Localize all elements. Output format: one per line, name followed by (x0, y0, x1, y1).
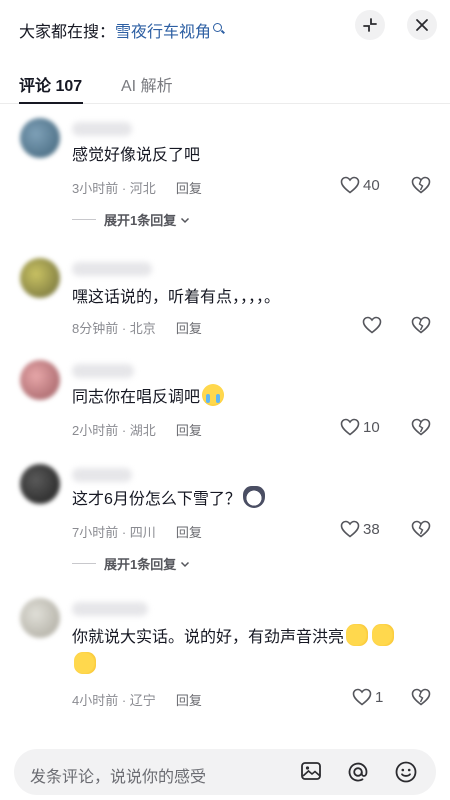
comment-meta: 4小时前 · 辽宁 回复 (72, 693, 202, 708)
heart-icon (340, 418, 360, 436)
image-icon (301, 762, 321, 780)
search-suggestion[interactable]: 大家都在搜：雪夜行车视角 (19, 18, 223, 42)
expand-replies-button[interactable]: 展开1条回复 (72, 554, 191, 573)
search-keyword-icon (213, 23, 223, 32)
at-icon (348, 762, 368, 782)
comment-text: 你就说大实话。说的好，有劲声音洪亮 (72, 624, 402, 680)
comment-location: 湖北 (129, 423, 156, 438)
reply-button[interactable]: 回复 (176, 423, 202, 438)
comment-location: 四川 (129, 525, 156, 540)
emoji-button[interactable] (394, 760, 418, 789)
broken-heart-icon (411, 688, 431, 706)
clap-emoji-icon (346, 624, 369, 646)
search-prefix: 大家都在搜： (19, 24, 116, 41)
like-count: 40 (363, 176, 380, 194)
broken-heart-icon (411, 316, 431, 334)
comment-composer: 发条评论，说说你的感受 (0, 744, 450, 800)
collapse-icon (363, 18, 377, 32)
reply-button[interactable]: 回复 (176, 525, 202, 540)
like-button[interactable]: 1 (352, 688, 383, 706)
comment-time: 7小时前 (72, 525, 119, 540)
dislike-button[interactable] (411, 520, 431, 543)
comment-location: 河北 (129, 181, 156, 196)
broken-heart-icon (411, 418, 431, 436)
tab-bar: 评论 107 AI 解析 (0, 60, 450, 104)
chevron-down-icon (181, 561, 190, 567)
username-blurred[interactable] (72, 262, 152, 276)
cat-emoji-icon (242, 486, 265, 508)
search-keyword[interactable]: 雪夜行车视角 (115, 24, 211, 41)
clap-emoji-icon (372, 624, 395, 646)
avatar[interactable] (20, 464, 60, 504)
like-button[interactable]: 10 (340, 418, 380, 436)
close-button[interactable] (407, 10, 437, 40)
dislike-button[interactable] (411, 688, 431, 711)
avatar[interactable] (20, 360, 60, 400)
username-blurred[interactable] (72, 364, 134, 378)
tab-comments[interactable]: 评论 107 (19, 72, 82, 96)
close-icon (416, 19, 428, 31)
comment-time: 3小时前 (72, 181, 119, 196)
like-button[interactable]: 40 (340, 176, 380, 194)
top-bar: 大家都在搜：雪夜行车视角 (0, 0, 450, 56)
dislike-button[interactable] (411, 418, 431, 441)
dislike-button[interactable] (411, 176, 431, 199)
like-button[interactable]: 38 (340, 520, 380, 538)
comment-location: 辽宁 (129, 693, 156, 708)
broken-heart-icon (411, 520, 431, 538)
comment-meta: 8分钟前 · 北京 回复 (72, 321, 202, 336)
expand-replies-button[interactable]: 展开1条回复 (72, 210, 191, 229)
comment-input[interactable]: 发条评论，说说你的感受 (14, 749, 436, 795)
like-button[interactable] (362, 316, 385, 334)
comment-meta: 3小时前 · 河北 回复 (72, 181, 202, 196)
like-count: 38 (363, 520, 380, 538)
comment-text: 嘿这话说的，听着有点，，，，。 (72, 289, 281, 306)
reply-button[interactable]: 回复 (176, 693, 202, 708)
comment-location: 北京 (129, 321, 156, 336)
active-tab-indicator (19, 102, 83, 104)
username-blurred[interactable] (72, 468, 132, 482)
comment-time: 2小时前 (72, 423, 119, 438)
emoji-icon (395, 761, 417, 783)
heart-icon (340, 176, 360, 194)
avatar[interactable] (20, 258, 60, 298)
heart-icon (340, 520, 360, 538)
chevron-down-icon (181, 217, 190, 223)
username-blurred[interactable] (72, 122, 132, 136)
comment-meta: 2小时前 · 湖北 回复 (72, 423, 202, 438)
comment-time: 4小时前 (72, 693, 119, 708)
broken-heart-icon (411, 176, 431, 194)
comment-text: 同志你在唱反调吧 (72, 384, 402, 412)
avatar[interactable] (20, 118, 60, 158)
avatar[interactable] (20, 598, 60, 638)
dislike-button[interactable] (411, 316, 431, 339)
comment-text: 感觉好像说反了吧 (72, 147, 201, 164)
heart-icon (352, 688, 372, 706)
clap-emoji-icon (74, 652, 96, 674)
image-button[interactable] (300, 760, 322, 787)
comment-input-placeholder: 发条评论，说说你的感受 (30, 769, 207, 786)
reply-button[interactable]: 回复 (176, 181, 202, 196)
like-count: 1 (375, 688, 384, 706)
crying-emoji-icon (202, 384, 225, 406)
mention-button[interactable] (346, 760, 370, 789)
comment-time: 8分钟前 (72, 321, 119, 336)
comment-text: 这才6月份怎么下雪了？ (72, 486, 402, 514)
username-blurred[interactable] (72, 602, 148, 616)
comment-meta: 7小时前 · 四川 回复 (72, 525, 202, 540)
heart-icon (362, 316, 382, 334)
like-count: 10 (363, 418, 380, 436)
collapse-button[interactable] (355, 10, 385, 40)
tab-ai-analysis[interactable]: AI 解析 (121, 72, 173, 96)
reply-button[interactable]: 回复 (176, 321, 202, 336)
